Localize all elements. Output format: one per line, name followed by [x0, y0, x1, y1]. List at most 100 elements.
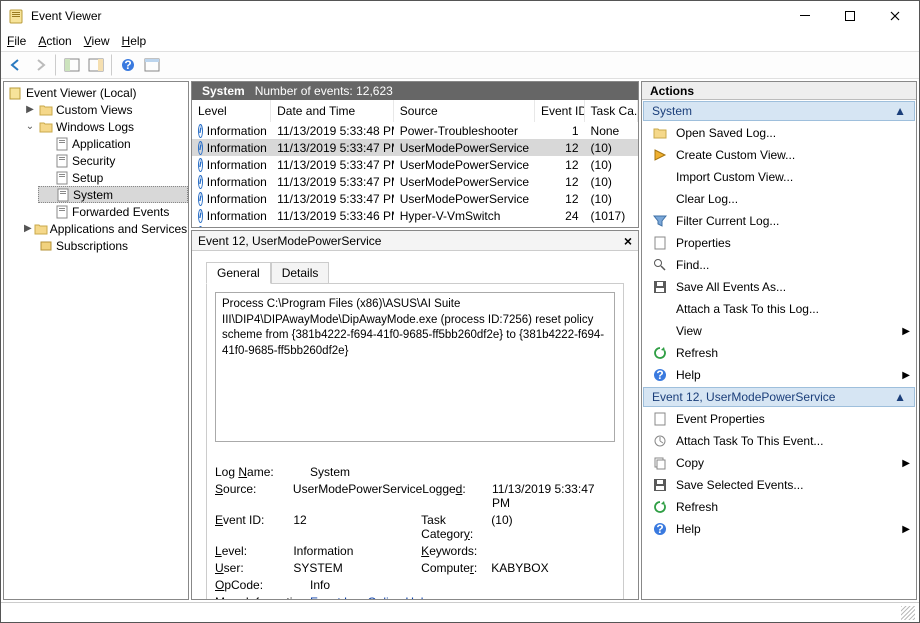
event-row[interactable]: iInformation11/13/2019 5:33:46 PMHyper-V…: [192, 207, 638, 224]
maximize-button[interactable]: [827, 2, 872, 31]
kv-logged-val: 11/13/2019 5:33:47 PM: [492, 482, 615, 510]
minimize-button[interactable]: [782, 2, 827, 31]
action-save-selected[interactable]: Save Selected Events...: [642, 474, 916, 496]
information-icon: i: [198, 192, 203, 206]
tree-windows-logs[interactable]: ⌄ Windows Logs: [22, 118, 188, 135]
tree-subscriptions[interactable]: Subscriptions: [22, 237, 188, 254]
actions-section-system[interactable]: System▲: [643, 101, 915, 121]
actions-pane: Actions System▲ Open Saved Log... Create…: [641, 81, 917, 600]
collapse-icon[interactable]: ⌄: [24, 121, 36, 132]
tab-details[interactable]: Details: [271, 262, 330, 284]
event-description[interactable]: Process C:\Program Files (x86)\ASUS\AI S…: [215, 292, 615, 442]
action-import-custom-view[interactable]: Import Custom View...: [642, 166, 916, 188]
kv-user-key: User:: [215, 561, 293, 575]
find-icon: [652, 257, 668, 273]
window-title: Event Viewer: [31, 9, 782, 23]
help-button[interactable]: ?: [117, 54, 139, 76]
event-list-pane: System Number of events: 12,623 Level Da…: [191, 81, 639, 228]
event-row[interactable]: iInformation11/13/2019 5:33:47 PMUserMod…: [192, 190, 638, 207]
action-find[interactable]: Find...: [642, 254, 916, 276]
kv-logname-key: Log Name:: [215, 465, 310, 479]
menu-view[interactable]: View: [84, 34, 110, 48]
action-create-custom-view[interactable]: Create Custom View...: [642, 144, 916, 166]
tab-general[interactable]: General: [206, 262, 271, 284]
menu-help[interactable]: Help: [122, 34, 147, 48]
action-attach-task-event[interactable]: Attach Task To This Event...: [642, 430, 916, 452]
properties-button[interactable]: [141, 54, 163, 76]
action-help[interactable]: ?Help▶: [642, 364, 916, 386]
col-event-id[interactable]: Event ID: [535, 100, 585, 122]
subscriptions-icon: [38, 238, 54, 254]
kv-source-val: UserModePowerService: [293, 482, 422, 510]
action-clear-log[interactable]: Clear Log...: [642, 188, 916, 210]
kv-level-val: Information: [293, 544, 421, 558]
submenu-arrow-icon: ▶: [902, 458, 910, 469]
forward-button[interactable]: [29, 54, 51, 76]
tree-custom-views[interactable]: ▶Custom Views: [22, 101, 188, 118]
close-button[interactable]: [872, 2, 917, 31]
tree: Event Viewer (Local) ▶Custom Views ⌄ Wind…: [4, 84, 188, 254]
show-hide-tree-button[interactable]: [61, 54, 83, 76]
action-save-all-events[interactable]: Save All Events As...: [642, 276, 916, 298]
log-icon: [54, 170, 70, 186]
tree-app-services[interactable]: ▶Applications and Services Lo: [22, 220, 188, 237]
tree-system[interactable]: System: [38, 186, 188, 203]
kv-more-key: More Information:: [215, 595, 310, 599]
show-hide-actions-button[interactable]: [85, 54, 107, 76]
event-row[interactable]: iInformation11/13/2019 5:33:48 PMPower-T…: [192, 122, 638, 139]
titlebar: Event Viewer: [1, 1, 919, 31]
tree-security[interactable]: Security: [38, 152, 188, 169]
action-refresh-event[interactable]: Refresh: [642, 496, 916, 518]
menu-file[interactable]: File: [7, 34, 26, 48]
action-filter-log[interactable]: Filter Current Log...: [642, 210, 916, 232]
col-task-category[interactable]: Task Ca...: [585, 100, 638, 122]
event-list-body[interactable]: iInformation11/13/2019 5:33:48 PMPower-T…: [192, 122, 638, 227]
event-viewer-icon: [8, 85, 24, 101]
general-panel: Process C:\Program Files (x86)\ASUS\AI S…: [206, 283, 624, 599]
event-row[interactable]: iInformation11/13/2019 5:33:47 PMUserMod…: [192, 139, 638, 156]
menu-action[interactable]: Action: [38, 34, 71, 48]
event-row[interactable]: iInformation11/13/2019 5:33:47 PMUserMod…: [192, 156, 638, 173]
action-open-saved-log[interactable]: Open Saved Log...: [642, 122, 916, 144]
information-icon: i: [198, 226, 203, 228]
expand-icon[interactable]: ▶: [24, 223, 32, 234]
action-copy[interactable]: Copy▶: [642, 452, 916, 474]
tree-root[interactable]: Event Viewer (Local): [6, 84, 188, 101]
tree-setup[interactable]: Setup: [38, 169, 188, 186]
col-level[interactable]: Level: [192, 100, 271, 122]
folder-icon: [38, 119, 54, 135]
close-detail-button[interactable]: ×: [624, 233, 632, 249]
tree-forwarded[interactable]: Forwarded Events: [38, 203, 188, 220]
event-log-online-help-link[interactable]: Event Log Online Help: [310, 595, 430, 599]
menubar: File Action View Help: [1, 31, 919, 51]
action-view[interactable]: View▶: [642, 320, 916, 342]
col-datetime[interactable]: Date and Time: [271, 100, 394, 122]
event-row[interactable]: iInformation11/13/2019 5:33:46 PMBTHUSB1…: [192, 224, 638, 227]
detail-body: General Details Process C:\Program Files…: [192, 251, 638, 599]
actions-section-event[interactable]: Event 12, UserModePowerService▲: [643, 387, 915, 407]
col-source[interactable]: Source: [394, 100, 535, 122]
back-button[interactable]: [5, 54, 27, 76]
save-icon: [652, 279, 668, 295]
event-detail-pane: Event 12, UserModePowerService × General…: [191, 230, 639, 600]
action-event-properties[interactable]: Event Properties: [642, 408, 916, 430]
tree-label: Windows Logs: [56, 120, 134, 134]
kv-op-val: Info: [310, 578, 465, 592]
submenu-arrow-icon: ▶: [902, 524, 910, 535]
tree-application[interactable]: Application: [38, 135, 188, 152]
event-row[interactable]: iInformation11/13/2019 5:33:47 PMUserMod…: [192, 173, 638, 190]
resize-grip[interactable]: [901, 606, 915, 620]
action-attach-task-log[interactable]: Attach a Task To this Log...: [642, 298, 916, 320]
tree-label: Security: [72, 154, 115, 168]
detail-tabs: General Details: [206, 261, 624, 283]
expand-icon[interactable]: ▶: [24, 104, 36, 115]
copy-icon: [652, 455, 668, 471]
action-help-event[interactable]: ?Help▶: [642, 518, 916, 540]
toolbar-separator: [111, 54, 113, 76]
tree-root-label: Event Viewer (Local): [26, 86, 137, 100]
kv-logged-key: Logged:: [422, 482, 492, 510]
action-refresh[interactable]: Refresh: [642, 342, 916, 364]
collapse-icon: ▲: [894, 104, 906, 118]
kv-comp-key: Computer:: [421, 561, 491, 575]
action-properties[interactable]: Properties: [642, 232, 916, 254]
